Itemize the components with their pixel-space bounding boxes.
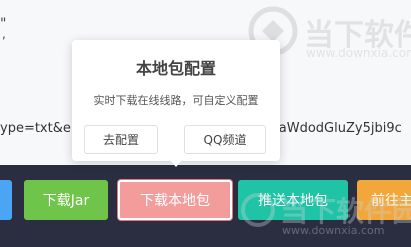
popover-arrow [170, 160, 182, 167]
popover-title: 本地包配置 [135, 59, 216, 78]
watermark-overlay: 当下软件园 www.downxia.com [240, 188, 411, 244]
download-jar-button[interactable]: 下载Jar [24, 180, 108, 220]
app-stage: " , ype=txt&e saWdodGluZy5jbi9c 当下软件园 ww… [0, 0, 411, 247]
watermark-overlay-en: www.downxia.com [282, 224, 385, 237]
watermark-en: www.downxia.com [306, 46, 411, 60]
url-fragment-right: saWdodGluZy5jbi9c [272, 121, 402, 136]
qq-channel-button[interactable]: QQ频道 [184, 125, 266, 154]
watermark-overlay-icon [241, 193, 275, 227]
url-fragment-left: ype=txt&e [0, 121, 71, 136]
code-fragment-comma: , [2, 27, 6, 41]
configure-button[interactable]: 去配置 [84, 125, 158, 154]
popover-description: 实时下载在线线路，可自定义配置 [93, 94, 259, 107]
local-package-popover: 本地包配置 实时下载在线线路，可自定义配置 去配置 QQ频道 [72, 40, 280, 161]
blue-button-partial[interactable] [0, 180, 12, 220]
download-local-package-button[interactable]: 下载本地包 [118, 180, 232, 220]
